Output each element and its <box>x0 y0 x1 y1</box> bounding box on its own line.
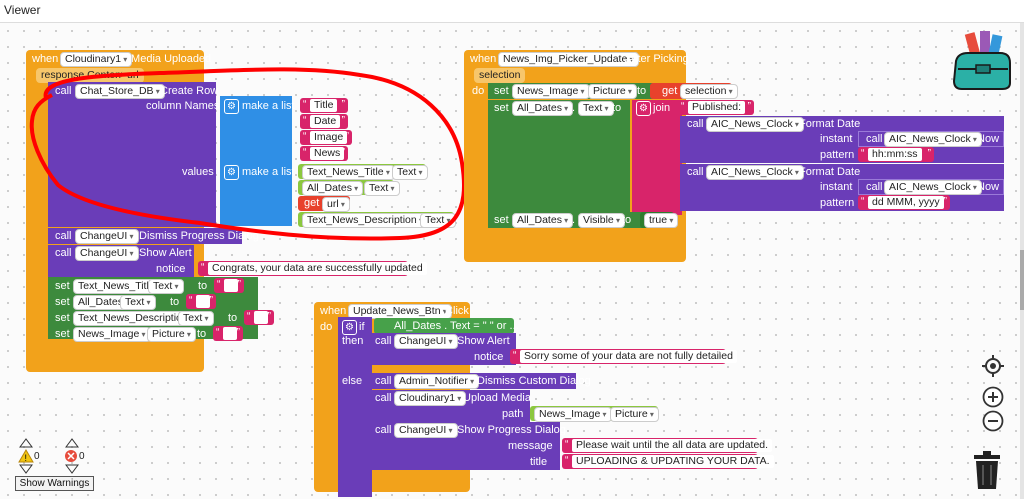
getter-component[interactable]: News_Image <box>534 407 612 422</box>
viewer-title: Viewer <box>4 3 41 17</box>
boolean-dropdown[interactable]: true <box>644 213 679 228</box>
warning-count: 0 <box>34 451 40 462</box>
component-dropdown[interactable]: Cloudinary1 <box>394 391 467 406</box>
string-sorry-notice[interactable]: “Sorry some of your data are not fully d… <box>510 349 737 364</box>
svg-text:!: ! <box>25 453 28 463</box>
component-dropdown[interactable]: All_Dates <box>512 213 574 228</box>
string-pattern-time[interactable]: “hh:mm:ss” <box>858 147 934 162</box>
error-count: 0 <box>79 451 85 462</box>
backpack-icon[interactable] <box>950 31 1016 93</box>
zoom-out-icon[interactable] <box>982 410 1004 432</box>
component-dropdown[interactable]: AIC_News_Clock <box>706 117 804 132</box>
error-up-arrow-icon[interactable] <box>64 437 80 449</box>
warn-up-arrow-icon[interactable] <box>18 437 34 449</box>
property-dropdown[interactable]: Text <box>578 101 614 116</box>
string-published[interactable]: “Published:” <box>678 100 754 115</box>
show-warnings-button[interactable]: Show Warnings <box>15 476 94 491</box>
join-block[interactable] <box>632 100 682 215</box>
component-dropdown[interactable]: News_Img_Picker_Update <box>498 52 639 67</box>
warn-down-arrow-icon[interactable] <box>18 463 34 475</box>
scrollbar-thumb[interactable] <box>1020 250 1024 310</box>
string-progress-title[interactable]: “UPLOADING & UPDATING YOUR DATA.” <box>562 454 774 469</box>
zoom-in-icon[interactable] <box>982 386 1004 408</box>
component-dropdown[interactable]: All_Dates <box>512 101 574 116</box>
string-pattern-date[interactable]: “dd MMM, yyyy” <box>858 195 950 210</box>
error-down-arrow-icon[interactable] <box>64 463 80 475</box>
var-dropdown[interactable]: selection <box>680 84 738 99</box>
error-icon <box>65 450 77 462</box>
property-dropdown[interactable]: Visible <box>578 213 625 228</box>
property-dropdown[interactable]: Picture <box>588 84 637 99</box>
trash-icon[interactable] <box>972 451 1002 489</box>
component-dropdown[interactable]: AIC_News_Clock <box>706 165 804 180</box>
component-dropdown[interactable]: Admin_Notifier <box>394 374 480 389</box>
recenter-icon[interactable] <box>982 355 1004 377</box>
blocks-workspace[interactable]: when Cloudinary1 .Media Uploaded respons… <box>0 23 1020 499</box>
component-dropdown[interactable]: ChangeUI <box>394 423 458 438</box>
getter-property[interactable]: Picture <box>610 407 659 422</box>
warning-icon: ! <box>18 449 34 463</box>
mutator-gear-icon[interactable]: ⚙ <box>636 101 651 116</box>
set-all-dates-text[interactable] <box>488 100 630 215</box>
component-dropdown[interactable]: News_Image <box>512 84 590 99</box>
string-progress-message[interactable]: “Please wait until the all data are upda… <box>562 438 773 453</box>
mutator-gear-icon[interactable]: ⚙ <box>342 320 357 335</box>
component-dropdown[interactable]: AIC_News_Clock <box>884 180 982 195</box>
param-selection[interactable]: selection <box>474 68 526 83</box>
component-dropdown[interactable]: ChangeUI <box>394 334 458 349</box>
component-dropdown[interactable]: AIC_News_Clock <box>884 132 982 147</box>
viewer-header: Viewer <box>0 0 1024 23</box>
